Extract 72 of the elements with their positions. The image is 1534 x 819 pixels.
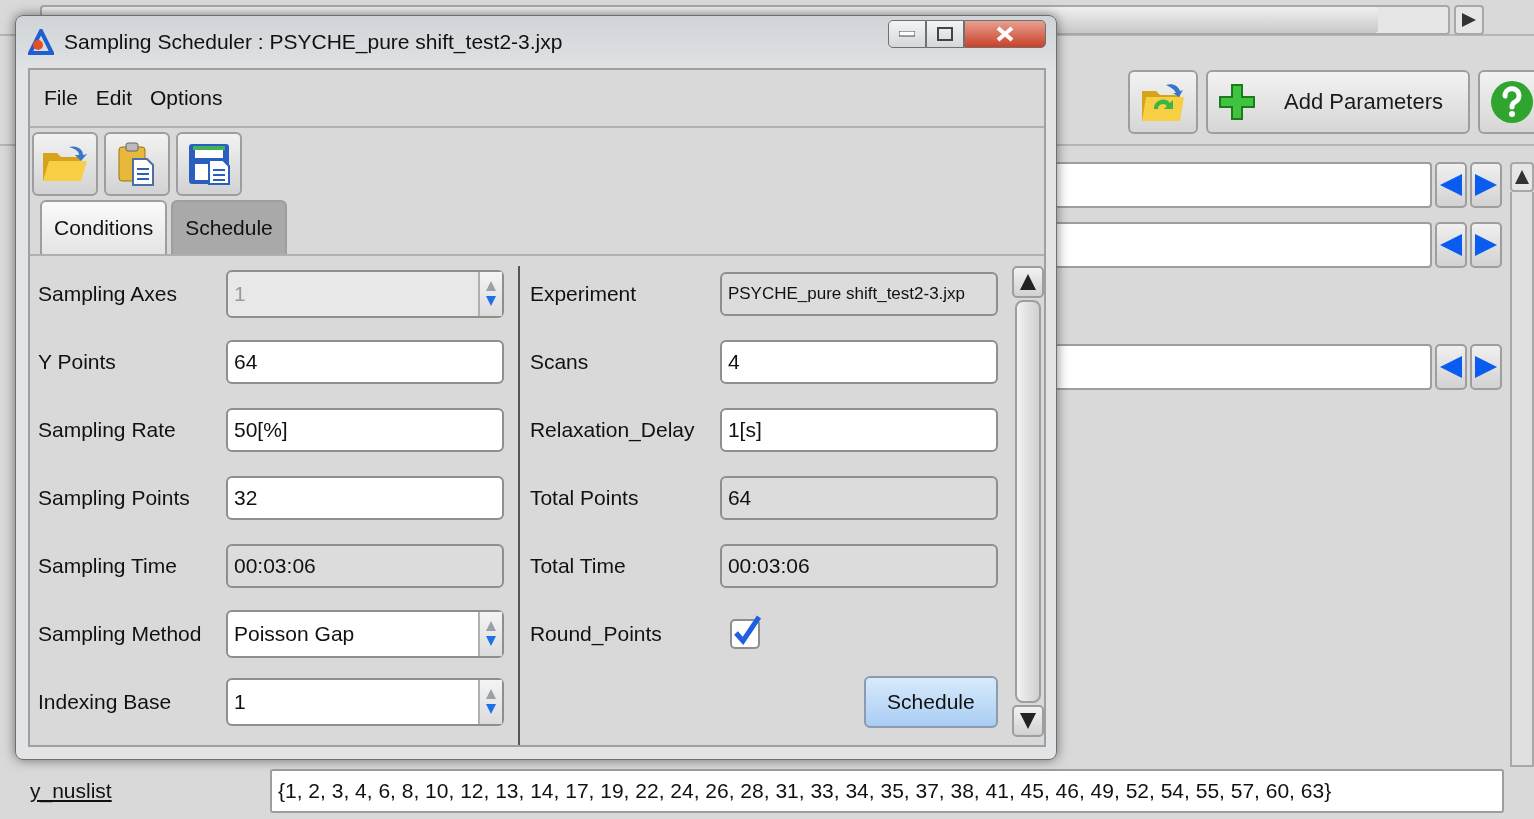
next-button[interactable] [1470,344,1502,390]
field-label: y_nuslist [30,779,113,803]
field-label: Sampling Time [38,554,178,578]
maximize-button[interactable] [926,20,964,48]
close-icon [996,26,1014,42]
spin-field[interactable]: Poisson Gap [226,610,504,658]
schedule-button[interactable]: Schedule [863,676,998,728]
input-field[interactable]: 4 [719,340,998,384]
plus-icon [1218,83,1256,121]
app-logo-icon [28,29,54,55]
field-label: Total Time [529,554,627,578]
menu-item[interactable]: File [44,86,78,110]
field-label: Total Points [529,486,640,510]
maximize-icon [937,27,953,41]
field-label: Y Points [38,350,117,374]
readonly-field: PSYCHE_pure shift_test2-3.jxp [719,272,998,316]
field-label: Sampling Points [38,486,191,510]
scroll-right-button[interactable] [1454,5,1484,35]
triangle-right-icon [1462,13,1476,27]
triangle-right-icon [1475,234,1497,256]
save-button[interactable] [176,132,242,196]
field-label: Experiment [529,282,638,306]
triangle-up-icon [1019,274,1036,290]
triangle-right-icon [1475,356,1497,378]
nuslist-field[interactable]: {1, 2, 3, 4, 6, 8, 10, 12, 13, 14, 17, 19, 22, 24, 26, 28, 31, 33, 34, 35, 37, 38, 41, 45, 46, 49, 52, 54, 55, 57, 60, 63} [270,769,1504,813]
triangle-right-icon [1475,174,1497,196]
previous-button[interactable] [1435,162,1467,208]
triangle-left-icon [1440,174,1462,196]
help-icon [1490,80,1534,124]
spinner-button[interactable] [478,612,502,656]
folder-refresh-icon [1140,81,1186,123]
previous-button[interactable] [1435,344,1467,390]
clipboard-icon [117,141,157,187]
field-label: Sampling Rate [38,418,177,442]
field-label: Scans [529,350,590,374]
close-button[interactable] [964,20,1046,48]
triangle-left-icon [1440,356,1462,378]
scroll-down-button[interactable] [1011,705,1044,737]
field-label: Relaxation_Delay [529,418,696,442]
triangle-left-icon [1440,234,1462,256]
minimize-button[interactable] [888,20,926,48]
menu-item[interactable]: Options [150,86,223,110]
spinner-button[interactable] [478,680,502,724]
field-label: Sampling Axes [38,282,178,306]
window-title: Sampling Scheduler : PSYCHE_pure shift_test2-3.jxp [64,30,564,54]
paste-button[interactable] [104,132,170,196]
menu-item[interactable]: Edit [95,86,133,110]
scrollbar-thumb[interactable] [1014,300,1041,703]
scroll-up-button[interactable] [1510,162,1534,192]
input-field[interactable]: 1[s] [719,408,998,452]
input-field[interactable]: 50[%] [226,408,504,452]
minimize-icon [899,31,915,37]
field-label: Round_Points [529,622,663,646]
previous-button[interactable] [1435,222,1467,268]
help-button[interactable] [1478,70,1534,134]
triangle-up-icon [1515,170,1529,184]
field-label: Indexing Base [38,690,173,714]
readonly-field: 00:03:06 [226,544,504,588]
readonly-field: 00:03:06 [719,544,998,588]
scroll-up-button[interactable] [1011,266,1044,298]
triangle-down-icon [1019,713,1036,729]
readonly-field: 64 [719,476,998,520]
add-parameters-button[interactable]: Add Parameters [1206,70,1470,134]
vertical-scrollbar[interactable] [1510,192,1534,767]
tab[interactable]: Conditions [40,200,168,254]
next-button[interactable] [1470,162,1502,208]
field-label: Sampling Method [38,622,203,646]
input-field[interactable]: 32 [226,476,504,520]
tab[interactable]: Schedule [171,200,287,254]
next-button[interactable] [1470,222,1502,268]
spin-field[interactable]: 1 [226,678,504,726]
input-field[interactable]: 64 [226,340,504,384]
